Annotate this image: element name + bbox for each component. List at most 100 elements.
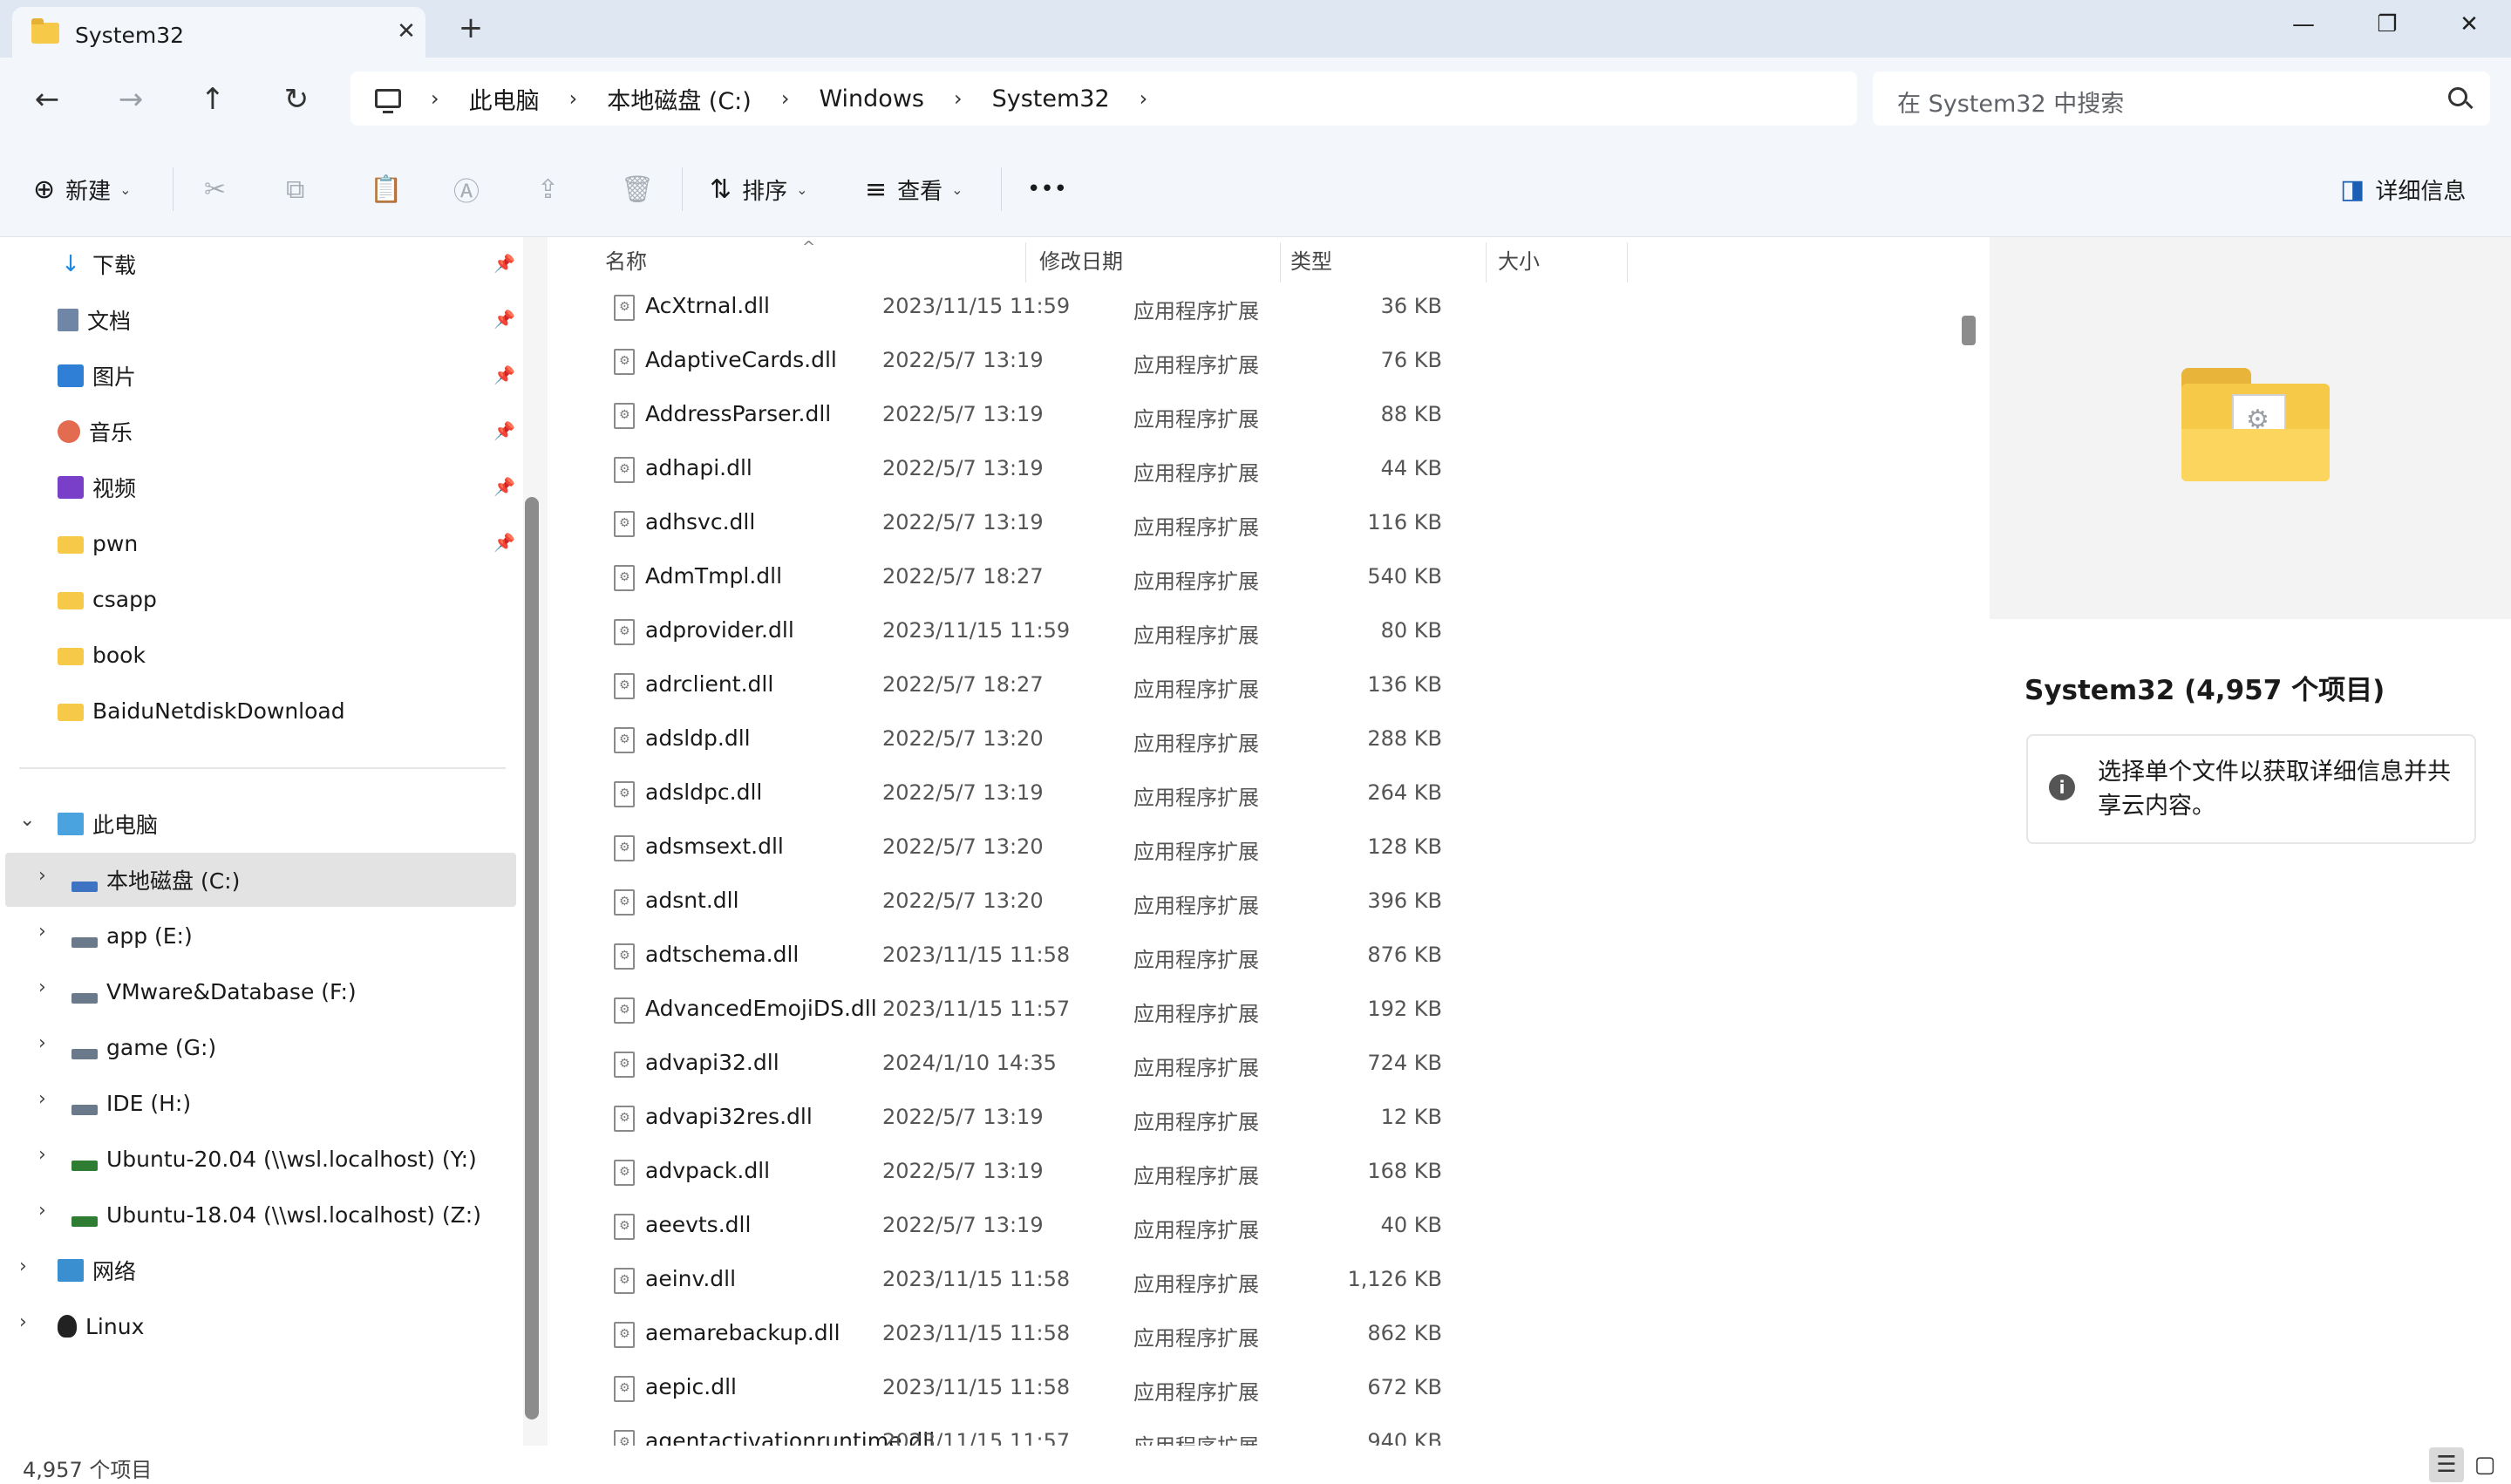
- pin-icon[interactable]: 📌: [493, 532, 515, 553]
- file-row[interactable]: AdvancedEmojiDS.dll2023/11/15 11:57 应用程序扩…: [579, 984, 1904, 1038]
- sidebar-item-music[interactable]: 音乐: [58, 405, 133, 459]
- chevron-right-icon[interactable]: ›: [38, 1200, 46, 1222]
- rename-button[interactable]: Ⓐ: [453, 167, 490, 211]
- delete-button[interactable]: 🗑: [621, 167, 664, 211]
- chevron-right-icon[interactable]: ›: [431, 86, 439, 111]
- file-row[interactable]: adsldpc.dll 2022/5/7 13:19 应用程序扩展 264 KB: [579, 767, 1904, 821]
- pin-icon[interactable]: 📌: [493, 364, 515, 385]
- sidebar-item-documents[interactable]: 文档: [58, 293, 131, 347]
- share-button[interactable]: ⇪: [537, 167, 569, 211]
- sidebar-item-network[interactable]: 网络: [58, 1243, 136, 1297]
- pin-icon[interactable]: 📌: [493, 420, 515, 441]
- column-header-date[interactable]: 修改日期: [1039, 237, 1123, 286]
- file-row[interactable]: AdmTmpl.dll 2022/5/7 18:27 应用程序扩展 540 KB: [579, 551, 1904, 605]
- sidebar-item-videos[interactable]: 视频: [58, 460, 136, 514]
- file-row[interactable]: agentactivationruntime.dll2023/11/15 11:…: [579, 1416, 1904, 1446]
- chevron-right-icon[interactable]: ›: [19, 1256, 27, 1277]
- file-row[interactable]: aepic.dll 2023/11/15 11:58 应用程序扩展 672 KB: [579, 1362, 1904, 1416]
- tab-system32[interactable]: System32 ✕: [12, 7, 425, 58]
- sidebar-item-this-pc[interactable]: 此电脑: [58, 797, 158, 851]
- more-options-button[interactable]: •••: [1027, 167, 1067, 211]
- file-row[interactable]: adsnt.dll 2022/5/7 13:20 应用程序扩展 396 KB: [579, 875, 1904, 929]
- forward-button[interactable]: →: [106, 75, 155, 124]
- up-button[interactable]: ↑: [188, 75, 237, 124]
- pin-icon[interactable]: 📌: [493, 476, 515, 497]
- sort-button[interactable]: ⇅ 排序 ⌄: [710, 167, 808, 211]
- file-row[interactable]: AddressParser.dll 2022/5/7 13:19 应用程序扩展 88 …: [579, 389, 1904, 443]
- address-bar[interactable]: › 此电脑 › 本地磁盘 (C:) › Windows › System32 ›: [350, 71, 1857, 126]
- file-row[interactable]: AdaptiveCards.dll 2022/5/7 13:19 应用程序扩展 76 …: [579, 335, 1904, 389]
- sidebar-item-pictures[interactable]: 图片: [58, 349, 136, 403]
- details-view-icon[interactable]: ☰: [2429, 1447, 2464, 1482]
- chevron-down-icon[interactable]: ⌄: [19, 809, 35, 831]
- pin-icon[interactable]: 📌: [493, 309, 515, 330]
- sidebar-item-drive-y[interactable]: Ubuntu-20.04 (\\wsl.localhost) (Y:): [71, 1132, 477, 1186]
- chevron-right-icon[interactable]: ›: [38, 977, 46, 998]
- refresh-button[interactable]: ↻: [272, 75, 321, 124]
- file-row[interactable]: adhsvc.dll 2022/5/7 13:19 应用程序扩展 116 KB: [579, 497, 1904, 551]
- file-list-scrollbar-thumb[interactable]: [1962, 316, 1976, 345]
- sidebar-item-drive-g[interactable]: game (G:): [71, 1020, 216, 1074]
- column-divider[interactable]: [1025, 242, 1026, 283]
- close-tab-icon[interactable]: ✕: [392, 17, 420, 45]
- column-divider[interactable]: [1486, 242, 1487, 283]
- pin-icon[interactable]: 📌: [493, 253, 515, 274]
- column-header-size[interactable]: 大小: [1498, 237, 1540, 286]
- file-row[interactable]: aeinv.dll 2023/11/15 11:58 应用程序扩展 1,126 KB: [579, 1254, 1904, 1308]
- column-header-type[interactable]: 类型: [1290, 237, 1332, 286]
- sidebar-item-book[interactable]: book: [58, 628, 146, 682]
- sidebar-item-drive-z[interactable]: Ubuntu-18.04 (\\wsl.localhost) (Z:): [71, 1188, 481, 1242]
- sidebar-item-csapp[interactable]: csapp: [58, 572, 157, 626]
- chevron-right-icon[interactable]: ›: [1140, 86, 1148, 111]
- sidebar-item-drive-e[interactable]: app (E:): [71, 909, 193, 963]
- close-window-button[interactable]: ✕: [2427, 0, 2511, 49]
- cut-button[interactable]: ✂: [204, 167, 236, 211]
- breadcrumb-windows[interactable]: Windows: [819, 85, 924, 112]
- tiles-view-icon[interactable]: ▢: [2467, 1447, 2502, 1482]
- column-header-name[interactable]: 名称: [605, 237, 647, 286]
- file-row[interactable]: adprovider.dll 2023/11/15 11:59 应用程序扩展 80 K…: [579, 605, 1904, 659]
- view-button[interactable]: ≡ 查看 ⌄: [865, 167, 963, 211]
- chevron-right-icon[interactable]: ›: [569, 86, 578, 111]
- file-row[interactable]: advapi32.dll 2024/1/10 14:35 应用程序扩展 724 KB: [579, 1038, 1904, 1092]
- chevron-right-icon[interactable]: ›: [38, 1032, 46, 1054]
- sidebar-item-downloads[interactable]: ↓ 下载: [58, 237, 136, 291]
- file-row[interactable]: adsldp.dll 2022/5/7 13:20 应用程序扩展 288 KB: [579, 713, 1904, 767]
- sidebar-item-pwn[interactable]: pwn: [58, 516, 138, 570]
- file-row[interactable]: adrclient.dll 2022/5/7 18:27 应用程序扩展 136 KB: [579, 659, 1904, 713]
- chevron-right-icon[interactable]: ›: [954, 86, 963, 111]
- details-pane-button[interactable]: ◨ 详细信息: [2340, 167, 2466, 211]
- file-row[interactable]: adtschema.dll 2023/11/15 11:58 应用程序扩展 876 K…: [579, 929, 1904, 984]
- file-row[interactable]: advpack.dll 2022/5/7 13:19 应用程序扩展 168 KB: [579, 1146, 1904, 1200]
- paste-button[interactable]: 📋: [370, 167, 412, 211]
- file-row[interactable]: advapi32res.dll 2022/5/7 13:19 应用程序扩展 12 KB: [579, 1092, 1904, 1146]
- chevron-right-icon[interactable]: ›: [38, 865, 46, 887]
- minimize-button[interactable]: —: [2262, 0, 2345, 49]
- file-row[interactable]: aemarebackup.dll 2023/11/15 11:58 应用程序扩展 86…: [579, 1308, 1904, 1362]
- chevron-right-icon[interactable]: ›: [19, 1311, 27, 1333]
- sidebar-item-drive-f[interactable]: VMware&Database (F:): [71, 964, 357, 1018]
- chevron-right-icon[interactable]: ›: [38, 921, 46, 943]
- sidebar-item-drive-h[interactable]: IDE (H:): [71, 1076, 191, 1130]
- copy-button[interactable]: ⧉: [286, 167, 315, 211]
- sidebar-item-baidunetdiskdownload[interactable]: BaiduNetdiskDownload: [58, 684, 345, 738]
- file-row[interactable]: aeevts.dll 2022/5/7 13:19 应用程序扩展 40 KB: [579, 1200, 1904, 1254]
- chevron-right-icon[interactable]: ›: [38, 1088, 46, 1110]
- sidebar-item-linux[interactable]: Linux: [58, 1299, 144, 1353]
- search-icon[interactable]: [2448, 87, 2467, 106]
- sidebar-scrollbar-thumb[interactable]: [525, 497, 539, 1419]
- file-row[interactable]: AcXtrnal.dll 2023/11/15 11:59 应用程序扩展 36 KB: [579, 281, 1904, 335]
- breadcrumb-this-pc[interactable]: 此电脑: [469, 82, 540, 116]
- back-button[interactable]: ←: [23, 75, 71, 124]
- file-row[interactable]: adhapi.dll 2022/5/7 13:19 应用程序扩展 44 KB: [579, 443, 1904, 497]
- maximize-button[interactable]: ❐: [2345, 0, 2429, 49]
- chevron-right-icon[interactable]: ›: [38, 1144, 46, 1166]
- search-input[interactable]: 在 System32 中搜索: [1873, 71, 2490, 126]
- breadcrumb-system32[interactable]: System32: [992, 85, 1110, 112]
- sidebar-item-drive-c[interactable]: 本地磁盘 (C:): [71, 853, 240, 907]
- new-tab-button[interactable]: +: [455, 12, 487, 44]
- this-pc-icon[interactable]: [375, 89, 401, 113]
- chevron-right-icon[interactable]: ›: [781, 86, 790, 111]
- file-row[interactable]: adsmsext.dll 2022/5/7 13:20 应用程序扩展 128 KB: [579, 821, 1904, 875]
- column-divider[interactable]: [1627, 242, 1628, 283]
